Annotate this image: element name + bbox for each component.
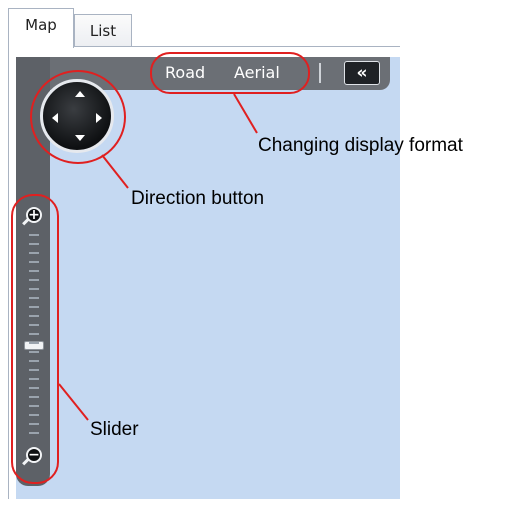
- double-chevron-left-icon: «: [356, 63, 368, 83]
- toolbar-separator: [319, 63, 321, 83]
- slider-tick: [29, 396, 39, 398]
- slider-tick: [29, 234, 39, 236]
- slider-tick: [29, 297, 39, 299]
- tab-map[interactable]: Map: [8, 8, 74, 48]
- collapse-toolbar-button[interactable]: «: [344, 61, 380, 85]
- slider-tick: [29, 324, 39, 326]
- annotation-display-format: Changing display format: [258, 135, 463, 156]
- slider-tick: [29, 306, 39, 308]
- slider-tick: [29, 279, 39, 281]
- tab-map-label: Map: [25, 15, 57, 34]
- slider-tick: [29, 351, 39, 353]
- annotation-direction-button: Direction button: [131, 188, 265, 209]
- slider-tick: [29, 369, 39, 371]
- tab-bar: Map List: [0, 0, 400, 48]
- slider-tick: [29, 270, 39, 272]
- slider-tick: [29, 360, 39, 362]
- slider-tick: [29, 288, 39, 290]
- slider-tick: [29, 333, 39, 335]
- slider-tick: [29, 243, 39, 245]
- annotation-slider: Slider: [90, 419, 139, 440]
- tab-list-label: List: [89, 22, 117, 40]
- tab-list[interactable]: List: [74, 14, 132, 47]
- slider-tick: [29, 315, 39, 317]
- slider-tick: [29, 405, 39, 407]
- callout-direction-circle: [30, 70, 126, 164]
- slider-tick: [29, 261, 39, 263]
- slider-tick: [29, 378, 39, 380]
- callout-display-format-circle: [150, 52, 310, 94]
- slider-tick: [29, 423, 39, 425]
- slider-tick: [29, 414, 39, 416]
- slider-tick: [29, 432, 39, 434]
- slider-tick: [29, 342, 39, 344]
- slider-tick: [29, 387, 39, 389]
- callout-slider-circle: [11, 194, 59, 484]
- slider-tick: [29, 252, 39, 254]
